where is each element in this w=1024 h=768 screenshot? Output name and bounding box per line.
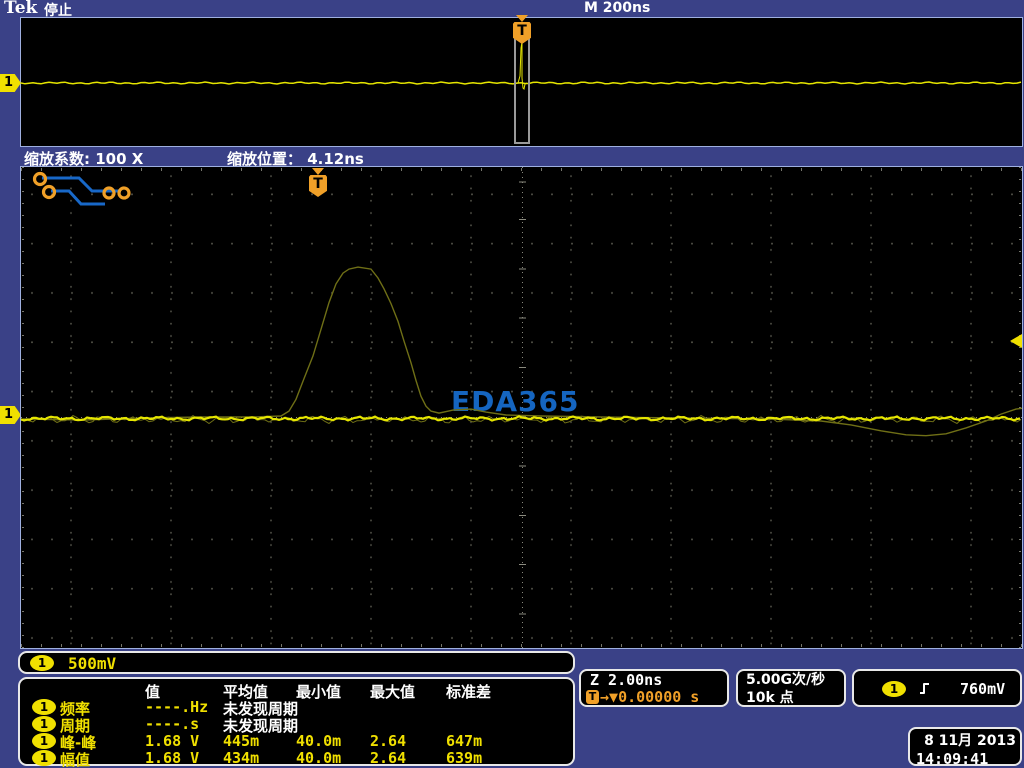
measurement-row-amplitude: 1 幅值 1.68 V 434m 40.0m 2.64 639m [20,749,573,768]
measurement-row-period: 1 周期 ----.s 未发现周期 [20,715,573,735]
sample-rate-readout: 5.00G次/秒 [746,672,826,688]
trigger-level-arrow-icon[interactable] [1010,334,1022,348]
main-trace [21,266,1022,437]
trigger-delay-readout: T →▼ 0.00000 s [586,688,699,706]
date-readout: 8 11月 2013 [924,733,1016,749]
trigger-triangle-icon [516,15,528,22]
tek-logo: Tek [4,0,38,18]
delay-arrows-icon: →▼ [600,688,619,706]
channel1-badge: 1 [32,750,56,766]
channel1-scale-value: 500mV [68,654,117,673]
delay-value: 0.00000 s [618,688,700,706]
record-length-readout: 10k 点 [746,690,794,706]
datetime-box: 8 11月 2013 14:09:41 [908,727,1022,768]
channel1-scale-box[interactable]: 1 500mV [18,651,575,674]
channel1-badge: 1 [30,655,54,671]
zoom-info-bar: 缩放系数: 100 X 缩放位置： 4.12ns [20,147,1023,168]
main-timebase-readout: M 200ns [584,0,651,16]
rising-edge-icon [920,683,929,694]
trigger-source-badge: 1 [882,681,906,697]
channel1-marker-overview[interactable]: 1 [0,74,21,92]
zoomed-waveform-window: EDA365 T [20,166,1023,649]
channel1-marker-main[interactable]: 1 [0,406,21,424]
acquisition-box: 5.00G次/秒 10k 点 [736,669,846,707]
measurement-header-row: 值 平均值 最小值 最大值 标准差 [20,681,573,701]
trigger-position-marker-overview[interactable]: T [512,15,532,44]
time-readout: 14:09:41 [916,750,989,768]
channel1-badge: 1 [32,716,56,732]
trigger-level-readout: 760mV [960,680,1006,698]
oscilloscope-screen: { "header": { "logo": "Tek", "status": "… [0,0,1024,768]
trigger-t-icon: T [513,22,531,44]
trigger-t-icon: T [586,690,599,704]
trigger-position-marker-main[interactable]: T [308,168,328,197]
trigger-triangle-icon [312,168,324,175]
channel1-badge: 1 [32,733,56,749]
channel1-badge: 1 [32,699,56,715]
zoom-scale-readout: Z 2.00ns [590,671,663,689]
measurement-row-frequency: 1 频率 ----.Hz 未发现周期 [20,698,573,718]
measurement-table: 值 平均值 最小值 最大值 标准差 1 频率 ----.Hz 未发现周期 1 周… [18,677,575,768]
zoom-timebase-box[interactable]: Z 2.00ns T →▼ 0.00000 s [579,669,729,707]
trigger-readout-box[interactable]: 1 760mV [852,669,1022,707]
trigger-t-icon: T [309,175,327,197]
overview-waveform-window: T [20,15,1023,147]
measurement-row-pkpk: 1 峰-峰 1.68 V 445m 40.0m 2.64 647m [20,732,573,752]
